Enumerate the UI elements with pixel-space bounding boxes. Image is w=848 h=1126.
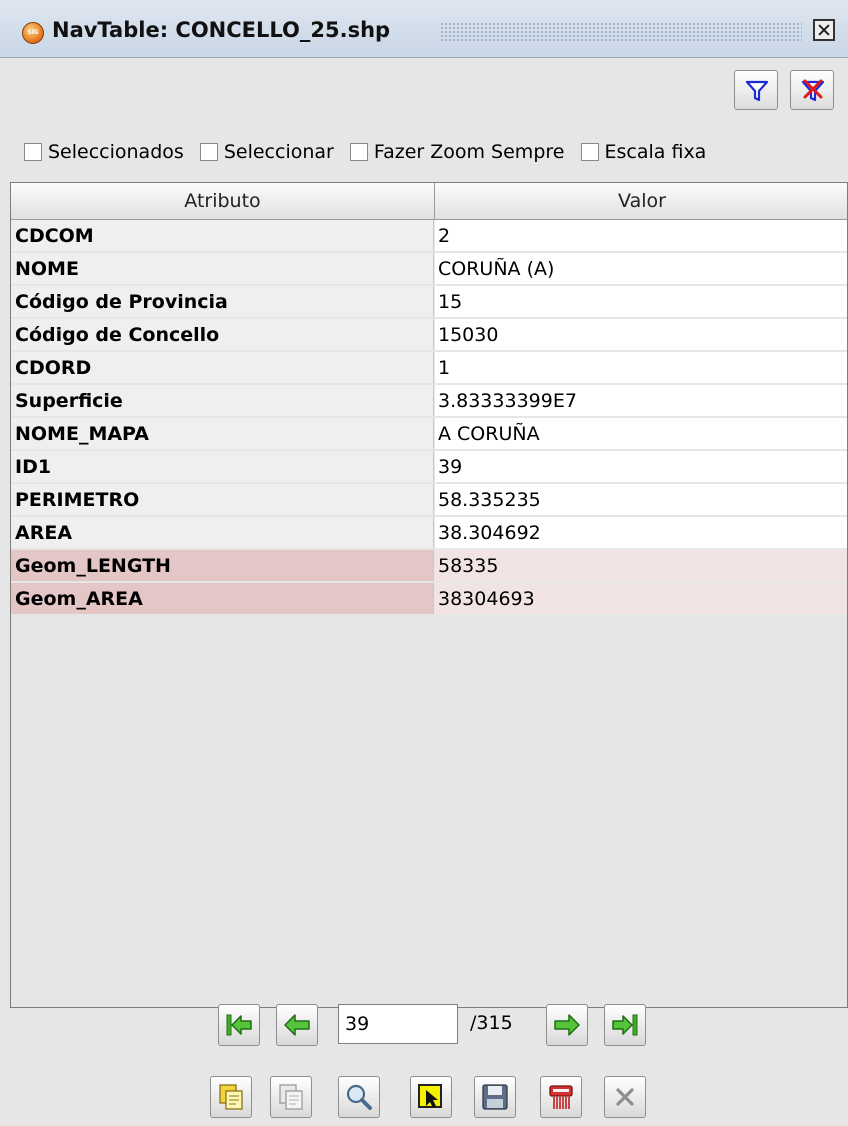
options-row: Seleccionados Seleccionar Fazer Zoom Sem…	[24, 140, 706, 172]
window-title: NavTable: CONCELLO_25.shp	[52, 18, 391, 42]
table-row[interactable]: NOME CORUÑA (A)	[11, 253, 847, 286]
checkbox-label: Seleccionados	[48, 140, 184, 163]
value-cell[interactable]: 2	[435, 220, 847, 252]
attribute-cell: CDORD	[11, 352, 434, 384]
table-row[interactable]: Geom_LENGTH 58335	[11, 550, 847, 583]
attribute-cell: Geom_LENGTH	[11, 550, 434, 582]
table-row[interactable]: AREA 38.304692	[11, 517, 847, 550]
checkbox-box[interactable]	[349, 142, 368, 161]
attribute-cell: NOME_MAPA	[11, 418, 434, 450]
always-zoom-checkbox[interactable]: Fazer Zoom Sempre	[349, 140, 565, 163]
value-cell[interactable]: 39	[435, 451, 847, 483]
checkbox-box[interactable]	[199, 142, 218, 161]
last-record-button[interactable]	[604, 1004, 646, 1046]
column-header-value[interactable]: Valor	[435, 183, 847, 219]
checkbox-box[interactable]	[24, 142, 42, 161]
value-cell[interactable]: 3.83333399E7	[435, 385, 847, 417]
filter-icon	[745, 80, 769, 102]
attribute-cell: Código de Provincia	[11, 286, 434, 318]
attribute-table: Atributo Valor CDCOM 2 NOME CORUÑA (A) Códig…	[10, 182, 848, 1008]
window-close-button[interactable]	[813, 19, 835, 41]
fixed-scale-checkbox[interactable]: Escala fixa	[580, 140, 707, 163]
attribute-cell: Geom_AREA	[11, 583, 434, 615]
clear-filter-button[interactable]	[790, 70, 834, 110]
close-icon	[616, 1088, 634, 1106]
filter-button[interactable]	[734, 70, 778, 110]
close-record-button[interactable]	[604, 1076, 646, 1118]
remove-feature-button[interactable]	[540, 1076, 582, 1118]
table-header: Atributo Valor	[11, 183, 847, 220]
attribute-cell: CDCOM	[11, 220, 434, 252]
select-feature-button[interactable]	[410, 1076, 452, 1118]
clear-filter-icon	[801, 79, 825, 102]
value-cell[interactable]: 15030	[435, 319, 847, 351]
next-record-button[interactable]	[546, 1004, 588, 1046]
table-row[interactable]: Código de Concello 15030	[11, 319, 847, 352]
value-cell[interactable]: 38.304692	[435, 517, 847, 549]
checkbox-label: Seleccionar	[223, 140, 334, 163]
copy-previous-button[interactable]	[270, 1076, 312, 1118]
record-total: /315	[470, 1012, 513, 1034]
value-cell[interactable]: 38304693	[435, 583, 847, 615]
app-logo-icon: SIG	[22, 22, 44, 44]
table-row[interactable]: Geom_AREA 38304693	[11, 583, 847, 616]
value-cell[interactable]: A CORUÑA	[435, 418, 847, 450]
column-header-attribute[interactable]: Atributo	[11, 183, 435, 219]
save-button[interactable]	[474, 1076, 516, 1118]
attribute-cell: AREA	[11, 517, 434, 549]
title-bar: SIG NavTable: CONCELLO_25.shp	[0, 0, 848, 58]
copy-previous-icon	[279, 1084, 303, 1110]
record-number-input[interactable]	[338, 1004, 458, 1044]
table-row[interactable]: Código de Provincia 15	[11, 286, 847, 319]
attribute-cell: Superficie	[11, 385, 434, 417]
copy-selected-icon	[219, 1084, 243, 1110]
table-row[interactable]: PERIMETRO 58.335235	[11, 484, 847, 517]
attribute-cell: NOME	[11, 253, 434, 285]
table-row[interactable]: Superficie 3.83333399E7	[11, 385, 847, 418]
attribute-cell: ID1	[11, 451, 434, 483]
first-record-icon	[226, 1014, 252, 1036]
save-icon	[482, 1084, 508, 1110]
table-row[interactable]: ID1 39	[11, 451, 847, 484]
table-row[interactable]: CDCOM 2	[11, 220, 847, 253]
remove-feature-icon	[549, 1085, 573, 1109]
zoom-to-feature-button[interactable]	[338, 1076, 380, 1118]
value-cell[interactable]: 58335	[435, 550, 847, 582]
checkbox-label: Escala fixa	[604, 140, 707, 163]
checkbox-box[interactable]	[580, 142, 599, 161]
select-feature-icon	[418, 1084, 442, 1108]
select-checkbox[interactable]: Seleccionar	[199, 140, 334, 163]
previous-record-button[interactable]	[276, 1004, 318, 1046]
previous-record-icon	[284, 1014, 310, 1036]
next-record-icon	[554, 1014, 580, 1036]
table-row[interactable]: NOME_MAPA A CORUÑA	[11, 418, 847, 451]
zoom-to-feature-icon	[346, 1084, 372, 1110]
last-record-icon	[612, 1014, 638, 1036]
value-cell[interactable]: 58.335235	[435, 484, 847, 516]
attribute-cell: PERIMETRO	[11, 484, 434, 516]
value-cell[interactable]: 15	[435, 286, 847, 318]
checkbox-label: Fazer Zoom Sempre	[373, 140, 565, 163]
table-row[interactable]: CDORD 1	[11, 352, 847, 385]
copy-selected-button[interactable]	[210, 1076, 252, 1118]
attribute-cell: Código de Concello	[11, 319, 434, 351]
selected-only-checkbox[interactable]: Seleccionados	[24, 141, 184, 163]
value-cell[interactable]: CORUÑA (A)	[435, 253, 847, 285]
title-bar-drag-area[interactable]	[440, 22, 802, 42]
first-record-button[interactable]	[218, 1004, 260, 1046]
value-cell[interactable]: 1	[435, 352, 847, 384]
